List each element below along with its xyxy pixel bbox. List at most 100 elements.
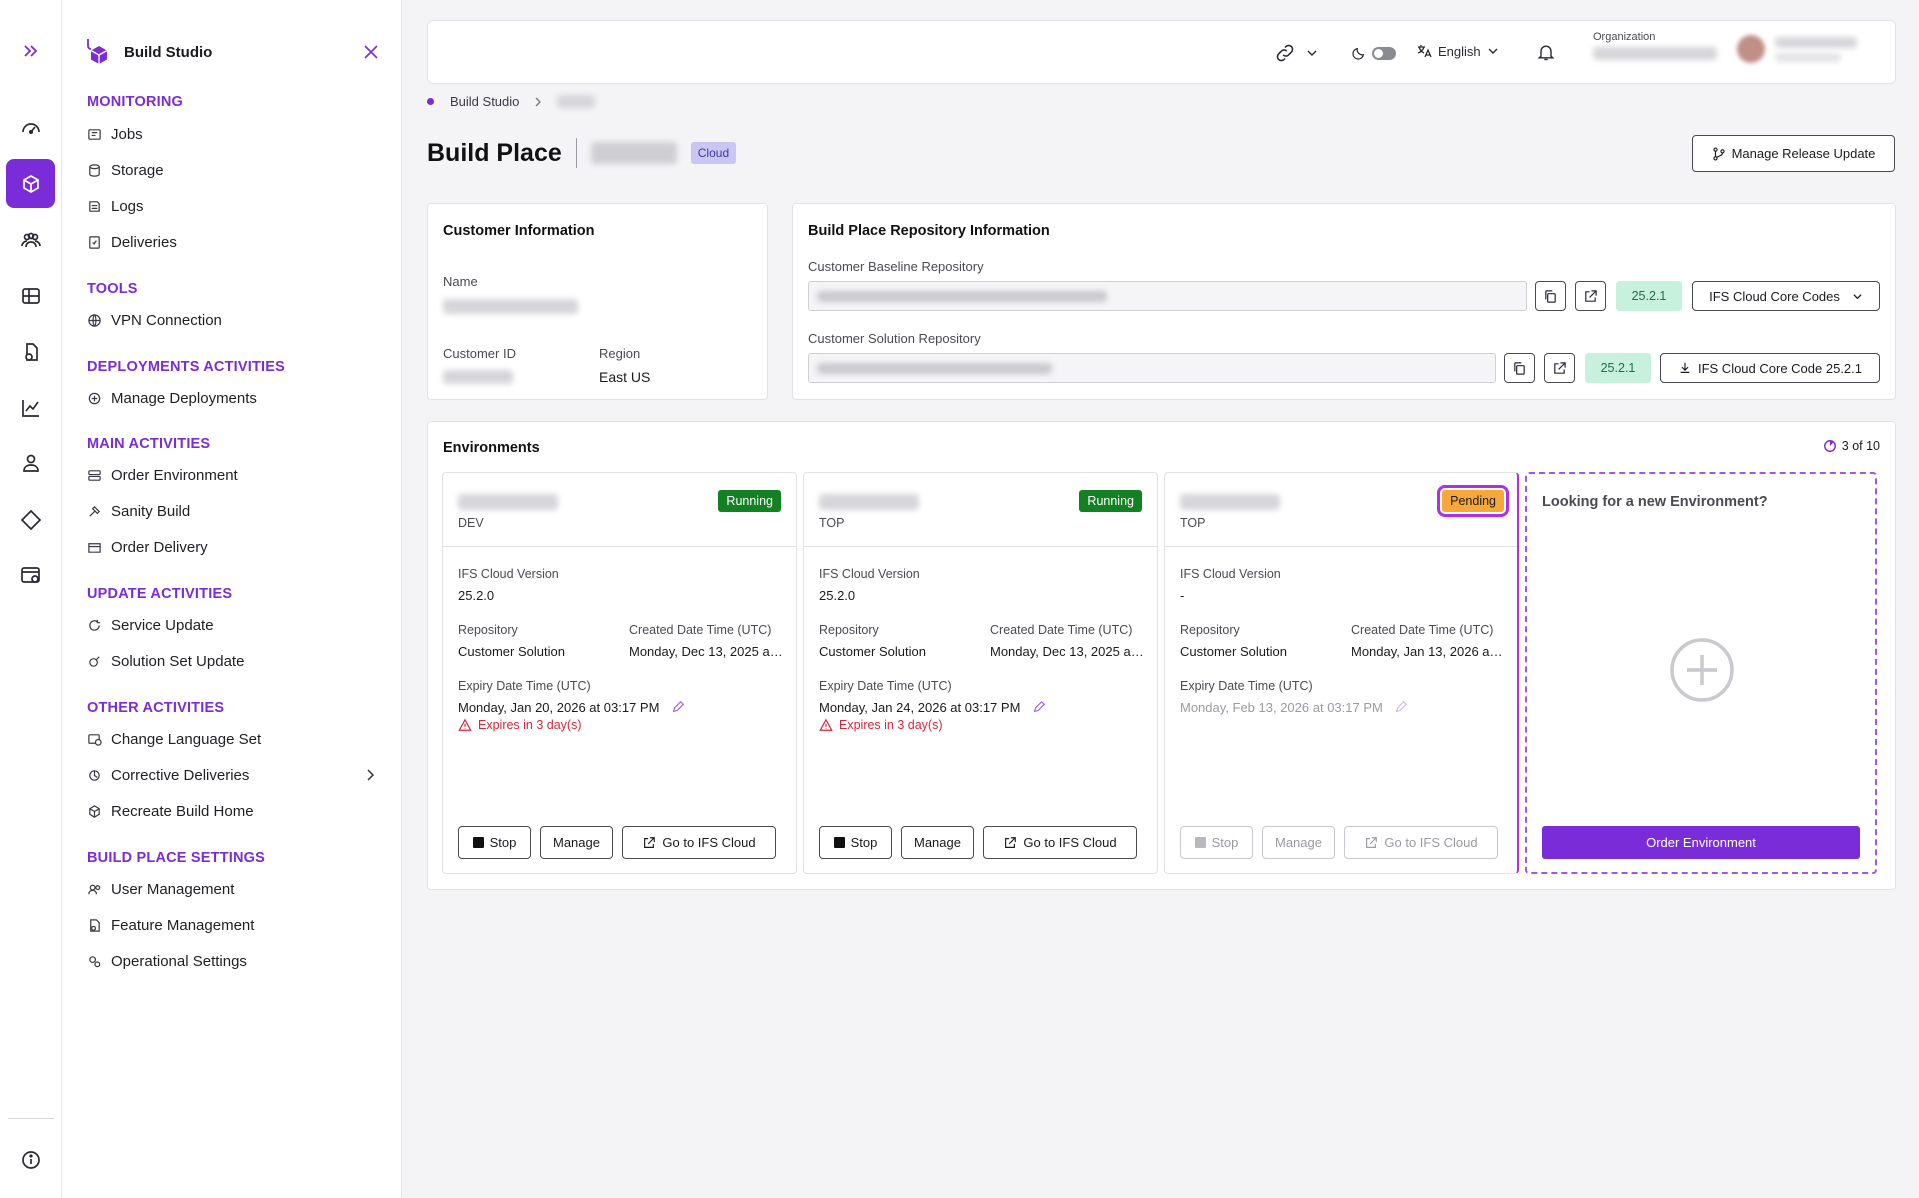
sidebar-item-feature-management[interactable]: Feature Management bbox=[87, 913, 254, 937]
close-icon[interactable] bbox=[361, 42, 381, 62]
sidebar-item-manage-deployments[interactable]: Manage Deployments bbox=[87, 386, 257, 410]
edit-icon[interactable] bbox=[1032, 700, 1046, 714]
sidebar-item-service-update[interactable]: Service Update bbox=[87, 613, 214, 637]
download-icon bbox=[1680, 362, 1690, 373]
link-dropdown[interactable] bbox=[1274, 42, 1318, 64]
expiry-row: Monday, Jan 24, 2026 at 03:17 PM bbox=[819, 700, 1046, 715]
sidebar-item-vpn-connection[interactable]: VPN Connection bbox=[87, 308, 222, 332]
environment-id bbox=[458, 494, 558, 510]
sidebar-item-label: Order Environment bbox=[111, 466, 238, 484]
sidebar-item-order-environment[interactable]: Order Environment bbox=[87, 463, 238, 487]
edit-icon[interactable] bbox=[671, 700, 685, 714]
storage-icon bbox=[89, 163, 100, 177]
repository-label: Repository bbox=[819, 623, 879, 637]
solution-repo-label: Customer Solution Repository bbox=[808, 331, 981, 346]
go-to-ifs-cloud-label: Go to IFS Cloud bbox=[662, 835, 756, 850]
add-circle-icon[interactable] bbox=[1669, 637, 1735, 703]
organization-switcher[interactable]: Organization bbox=[1593, 31, 1717, 60]
created-value: Monday, Dec 13, 2025 at 03:17 PM bbox=[990, 644, 1145, 659]
user-icon[interactable] bbox=[6, 438, 55, 487]
sidebar-item-recreate-build-home[interactable]: Recreate Build Home bbox=[87, 799, 254, 823]
sidebar-item-sanity-build[interactable]: Sanity Build bbox=[87, 499, 190, 523]
manage-button[interactable]: Manage bbox=[901, 826, 974, 859]
breadcrumb-root[interactable]: Build Studio bbox=[450, 94, 519, 109]
stop-label: Stop bbox=[850, 835, 878, 850]
sidebar-item-user-management[interactable]: User Management bbox=[87, 877, 234, 901]
open-baseline-button[interactable] bbox=[1575, 281, 1606, 311]
breadcrumb-current bbox=[557, 95, 596, 108]
sidebar-item-label: Deliveries bbox=[111, 233, 177, 251]
baseline-repo-url-field[interactable] bbox=[808, 281, 1527, 311]
download-core-code-button[interactable]: IFS Cloud Core Code 25.2.1 bbox=[1660, 353, 1880, 383]
sidebar-item-logs[interactable]: Logs bbox=[87, 194, 144, 218]
sidebar-item-label: Sanity Build bbox=[111, 502, 191, 520]
sidebar-item-deliveries[interactable]: Deliveries bbox=[87, 230, 177, 254]
manage-button[interactable]: Manage bbox=[540, 826, 613, 859]
copy-solution-button[interactable] bbox=[1504, 353, 1535, 383]
repository-info-title: Build Place Repository Information bbox=[808, 223, 1050, 239]
sidebar-item-corrective-deliveries[interactable]: Corrective Deliveries bbox=[87, 763, 249, 787]
customer-name-label: Name bbox=[443, 274, 478, 289]
sidebar-item-label: Logs bbox=[111, 197, 144, 215]
analytics-icon[interactable] bbox=[6, 383, 55, 432]
grid-icon[interactable] bbox=[6, 271, 55, 320]
vpn-icon bbox=[88, 313, 101, 327]
sidebar-item-change-language-set[interactable]: Change Language Set bbox=[87, 727, 261, 751]
theme-toggle[interactable] bbox=[1352, 46, 1396, 60]
environment-card-dev: DEV Running IFS Cloud Version 25.2.0 Rep… bbox=[442, 472, 797, 874]
toggle-switch[interactable] bbox=[1372, 46, 1396, 60]
gears-icon bbox=[89, 955, 101, 967]
notifications-button[interactable] bbox=[1536, 42, 1556, 62]
section-build-place-settings: BUILD PLACE SETTINGS bbox=[87, 850, 266, 866]
sidebar-item-storage[interactable]: Storage bbox=[87, 158, 164, 182]
stop-button[interactable]: Stop bbox=[458, 826, 531, 859]
language-select[interactable]: English bbox=[1416, 43, 1499, 59]
sidebar-item-label: Solution Set Update bbox=[111, 652, 245, 670]
core-codes-dropdown[interactable]: IFS Cloud Core Codes bbox=[1692, 281, 1880, 311]
cube-icon bbox=[89, 804, 100, 818]
chevron-right-icon[interactable] bbox=[363, 768, 377, 782]
settings-window-icon[interactable] bbox=[6, 550, 55, 599]
people-icon[interactable] bbox=[6, 215, 55, 264]
environment-type: TOP bbox=[1180, 516, 1206, 530]
expiry-label: Expiry Date Time (UTC) bbox=[819, 679, 952, 693]
manage-release-update-button[interactable]: Manage Release Update bbox=[1692, 135, 1895, 172]
info-icon[interactable] bbox=[6, 1135, 55, 1184]
open-solution-button[interactable] bbox=[1544, 353, 1575, 383]
language-label: English bbox=[1438, 43, 1481, 59]
order-environment-button[interactable]: Order Environment bbox=[1542, 826, 1860, 859]
documents-icon[interactable] bbox=[6, 327, 55, 376]
sidebar-item-operational-settings[interactable]: Operational Settings bbox=[87, 949, 247, 973]
icon-rail bbox=[0, 0, 62, 1198]
chevron-down-icon bbox=[1488, 48, 1498, 54]
sidebar: Build Studio MONITORING Jobs Storage Log… bbox=[62, 0, 402, 1198]
dashboard-icon[interactable] bbox=[6, 103, 55, 152]
solution-repo-url-field[interactable] bbox=[808, 353, 1496, 383]
repository-info-card: Build Place Repository Information Custo… bbox=[792, 203, 1896, 400]
environment-count: 3 of 10 bbox=[1823, 439, 1880, 453]
manage-label: Manage bbox=[1275, 835, 1322, 850]
manage-label: Manage bbox=[553, 835, 600, 850]
sidebar-item-jobs[interactable]: Jobs bbox=[87, 122, 143, 146]
stop-button[interactable]: Stop bbox=[819, 826, 892, 859]
version-label: IFS Cloud Version bbox=[1180, 567, 1281, 581]
feature-icon bbox=[90, 918, 100, 932]
chevron-down-icon bbox=[1853, 293, 1862, 299]
go-to-ifs-cloud-button[interactable]: Go to IFS Cloud bbox=[622, 826, 776, 859]
sidebar-item-label: Corrective Deliveries bbox=[111, 766, 250, 784]
sidebar-item-solution-set-update[interactable]: Solution Set Update bbox=[87, 649, 244, 673]
diamond-icon[interactable] bbox=[6, 495, 55, 544]
sidebar-item-order-delivery[interactable]: Order Delivery bbox=[87, 535, 208, 559]
deliveries-icon bbox=[89, 235, 100, 249]
user-menu[interactable] bbox=[1737, 35, 1857, 63]
expiry-value: Monday, Jan 20, 2026 at 03:17 PM bbox=[458, 700, 660, 715]
stop-icon bbox=[1194, 837, 1206, 848]
top-bar: English Organization bbox=[427, 20, 1896, 84]
build-studio-icon[interactable] bbox=[6, 159, 55, 208]
go-to-ifs-cloud-button[interactable]: Go to IFS Cloud bbox=[983, 826, 1137, 859]
sidebar-item-label: Storage bbox=[111, 161, 164, 179]
organization-name bbox=[1593, 47, 1717, 60]
expand-icon[interactable] bbox=[6, 26, 55, 75]
customer-name-value bbox=[443, 299, 578, 314]
copy-baseline-button[interactable] bbox=[1535, 281, 1566, 311]
